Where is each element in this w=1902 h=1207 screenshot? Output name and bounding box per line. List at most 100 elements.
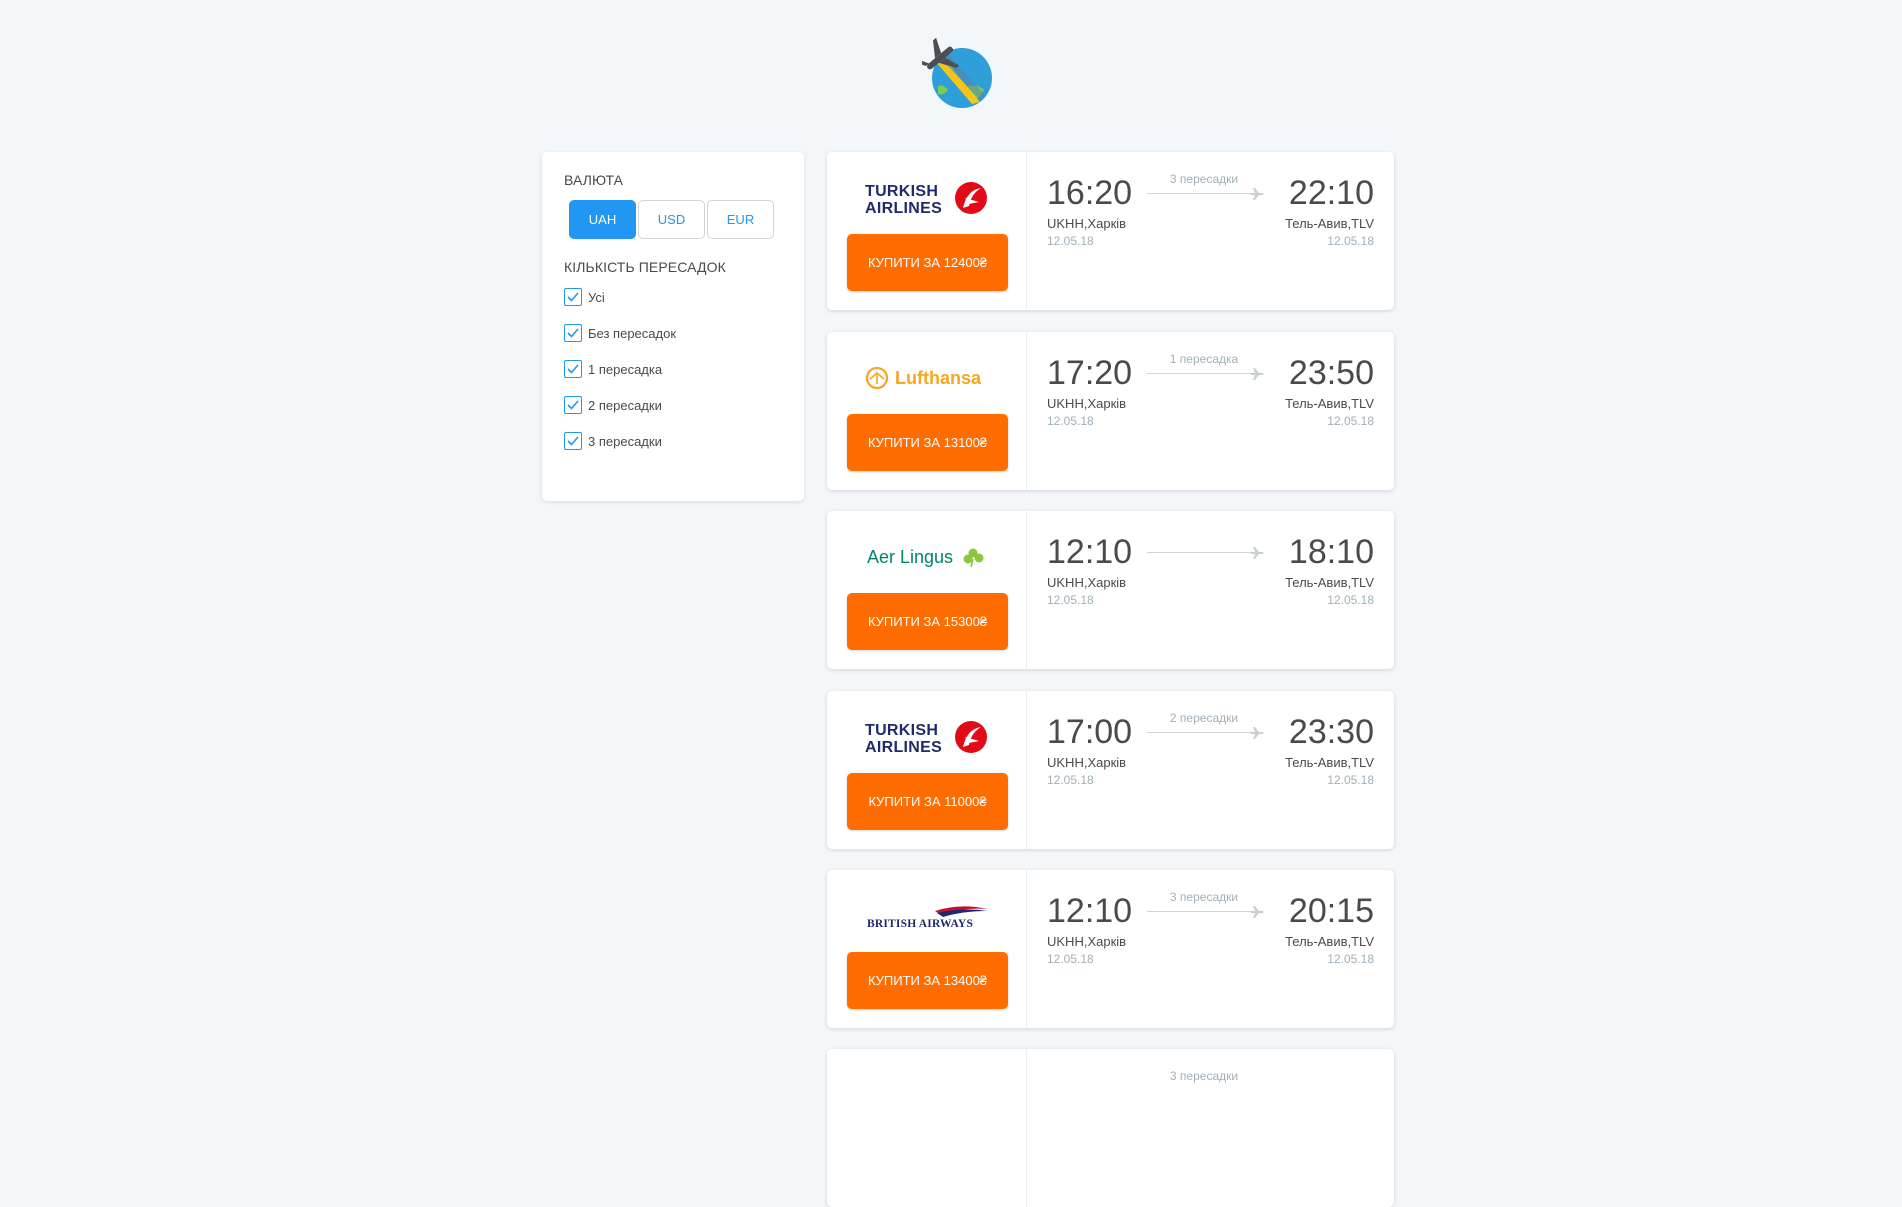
ticket-card: TURKISH AIRLINES Купити за 12400₴ 16:20 … (827, 152, 1394, 310)
destination: Тель-Авив,TLV (1285, 755, 1374, 770)
plane-icon (1251, 547, 1264, 559)
destination: Тель-Авив,TLV (1285, 575, 1374, 590)
svg-text:BRITISH AIRWAYS: BRITISH AIRWAYS (867, 918, 973, 930)
arrival-time: 20:15 (1288, 892, 1374, 930)
checkbox-checked-icon[interactable] (564, 360, 582, 378)
ticket-left (827, 1049, 1027, 1207)
origin: UKHH,Харків (1047, 575, 1127, 590)
origin: UKHH,Харків (1047, 396, 1127, 411)
ticket-card: BRITISH AIRWAYS Купити за 13400₴ 12:10 3… (827, 870, 1394, 1028)
buy-button[interactable]: Купити за 13100₴ (847, 414, 1008, 471)
currency-button-usd[interactable]: USD (638, 200, 705, 239)
plane-globe-logo (922, 37, 992, 108)
origin: UKHH,Харків (1047, 216, 1127, 231)
svg-text:Aer Lingus: Aer Lingus (867, 547, 953, 567)
stops-count: 2 пересадки (1169, 711, 1239, 725)
ticket-left: TURKISH AIRLINES Купити за 11000₴ (827, 691, 1027, 849)
departure-date: 12.05.18 (1047, 773, 1094, 787)
arrival-time: 23:50 (1288, 354, 1374, 392)
arrival-time: 18:10 (1288, 533, 1374, 571)
ticket-left: TURKISH AIRLINES Купити за 12400₴ (827, 152, 1027, 310)
checkbox-checked-icon[interactable] (564, 432, 582, 450)
buy-button[interactable]: Купити за 13400₴ (847, 952, 1008, 1009)
route-line (1147, 373, 1251, 374)
british-airways-logo: BRITISH AIRWAYS (847, 894, 1007, 938)
departure-date: 12.05.18 (1047, 952, 1094, 966)
svg-text:Lufthansa: Lufthansa (895, 368, 982, 388)
stops-option-label: Усі (588, 289, 605, 305)
stops-option-all[interactable]: Усі (564, 279, 782, 315)
ticket-flight-info: 17:00 2 пересадки 23:30 UKHH,Харків Тель… (1027, 691, 1394, 849)
checkbox-checked-icon[interactable] (564, 324, 582, 342)
ticket-flight-info: 12:10 3 пересадки 20:15 UKHH,Харків Тель… (1027, 870, 1394, 1028)
stops-count: 3 пересадки (1169, 172, 1239, 186)
ticket-card: Aer Lingus Купити за 15300₴ 12:10 18:10 … (827, 511, 1394, 669)
buy-button[interactable]: Купити за 11000₴ (847, 773, 1008, 830)
stops-option-label: 2 пересадки (588, 397, 662, 413)
route-line (1147, 732, 1251, 733)
departure-date: 12.05.18 (1047, 593, 1094, 607)
plane-icon (1251, 906, 1264, 918)
svg-text:TURKISH: TURKISH (865, 722, 938, 739)
arrival-time: 22:10 (1288, 174, 1374, 212)
arrival-date: 12.05.18 (1327, 952, 1374, 966)
filters-panel: Валюта UAH USD EUR Кількість пересадок У… (542, 152, 804, 501)
stops-option-label: 3 пересадки (588, 433, 662, 449)
departure-time: 17:00 (1047, 713, 1133, 751)
stops-option-1[interactable]: 1 пересадка (564, 351, 782, 387)
ticket-flight-info: 3 пересадки (1027, 1049, 1394, 1207)
stops-count: 1 пересадка (1169, 352, 1239, 366)
departure-date: 12.05.18 (1047, 234, 1094, 248)
turkish-airlines-logo: TURKISH AIRLINES (847, 715, 1007, 759)
checkbox-checked-icon[interactable] (564, 396, 582, 414)
buy-button[interactable]: Купити за 12400₴ (847, 234, 1008, 291)
departure-date: 12.05.18 (1047, 414, 1094, 428)
currency-button-eur[interactable]: EUR (707, 200, 774, 239)
currency-title: Валюта (564, 172, 624, 188)
arrival-date: 12.05.18 (1327, 593, 1374, 607)
origin: UKHH,Харків (1047, 755, 1127, 770)
stops-option-label: 1 пересадка (588, 361, 663, 377)
ticket-flight-info: 12:10 18:10 UKHH,Харків Тель-Авив,TLV 12… (1027, 511, 1394, 669)
stops-count: 3 пересадки (1169, 1069, 1239, 1083)
checkbox-checked-icon[interactable] (564, 288, 582, 306)
ticket-card: Lufthansa Купити за 13100₴ 17:20 1 перес… (827, 332, 1394, 490)
departure-time: 12:10 (1047, 892, 1133, 930)
stops-filter-list: Усі Без пересадок 1 пересадка 2 пересадк… (564, 279, 782, 459)
ticket-flight-info: 17:20 1 пересадка 23:50 UKHH,Харків Тель… (1027, 332, 1394, 490)
destination: Тель-Авив,TLV (1285, 934, 1374, 949)
origin: UKHH,Харків (1047, 934, 1127, 949)
plane-icon (1251, 368, 1264, 380)
buy-button[interactable]: Купити за 15300₴ (847, 593, 1008, 650)
ticket-flight-info: 16:20 3 пересадки 22:10 UKHH,Харків Тель… (1027, 152, 1394, 310)
destination: Тель-Авив,TLV (1285, 216, 1374, 231)
route-line (1147, 193, 1251, 194)
svg-text:AIRLINES: AIRLINES (865, 200, 942, 216)
plane-icon (1251, 727, 1264, 739)
stops-count: 3 пересадки (1169, 890, 1239, 904)
route-line (1147, 552, 1251, 553)
stops-option-2[interactable]: 2 пересадки (564, 387, 782, 423)
turkish-airlines-logo: TURKISH AIRLINES (847, 176, 1007, 220)
lufthansa-logo: Lufthansa (847, 356, 1007, 400)
departure-time: 12:10 (1047, 533, 1133, 571)
currency-button-uah[interactable]: UAH (569, 200, 636, 239)
ticket-card: 3 пересадки (827, 1049, 1394, 1207)
ticket-left: Aer Lingus Купити за 15300₴ (827, 511, 1027, 669)
departure-time: 16:20 (1047, 174, 1133, 212)
svg-text:AIRLINES: AIRLINES (865, 739, 942, 755)
plane-icon (1251, 188, 1264, 200)
ticket-card: TURKISH AIRLINES Купити за 11000₴ 17:00 … (827, 691, 1394, 849)
stops-option-3[interactable]: 3 пересадки (564, 423, 782, 459)
ticket-left: Lufthansa Купити за 13100₴ (827, 332, 1027, 490)
route-line (1147, 911, 1251, 912)
arrival-date: 12.05.18 (1327, 234, 1374, 248)
destination: Тель-Авив,TLV (1285, 396, 1374, 411)
currency-switcher: UAH USD EUR (569, 200, 782, 239)
arrival-date: 12.05.18 (1327, 414, 1374, 428)
stops-option-none[interactable]: Без пересадок (564, 315, 782, 351)
aer-lingus-logo: Aer Lingus (847, 535, 1007, 579)
ticket-left: BRITISH AIRWAYS Купити за 13400₴ (827, 870, 1027, 1028)
stops-filter-title: Кількість пересадок (564, 259, 726, 275)
departure-time: 17:20 (1047, 354, 1133, 392)
